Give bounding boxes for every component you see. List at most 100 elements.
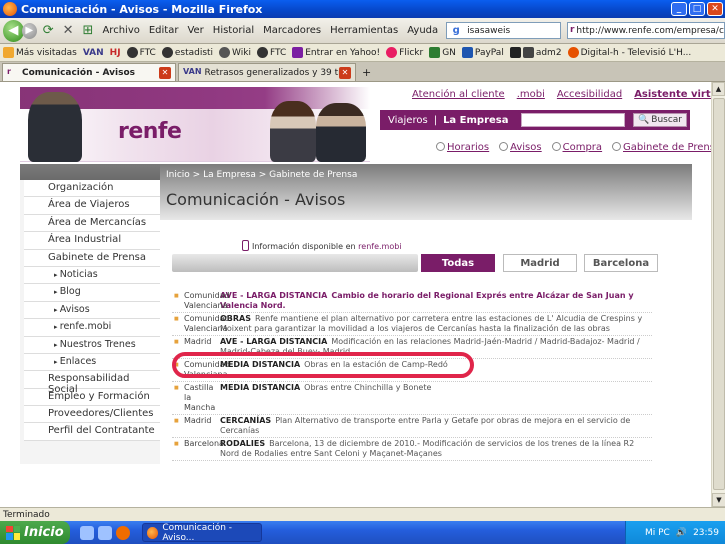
leftnav-item[interactable]: Responsabilidad Social	[24, 371, 160, 395]
maximize-button[interactable]: □	[689, 2, 705, 16]
new-tab-button[interactable]: +	[362, 63, 371, 81]
leftnav-item[interactable]: Blog	[24, 284, 160, 302]
scroll-thumb[interactable]	[713, 98, 725, 490]
volume-icon[interactable]: 🔊	[676, 528, 687, 538]
menu-ver[interactable]: Ver	[187, 25, 203, 36]
link-compra[interactable]: Compra	[551, 142, 602, 153]
leftnav-item[interactable]: Noticias	[24, 266, 160, 285]
url-input[interactable]: r http://www.renfe.com/empresa/comunic	[566, 22, 725, 39]
leftnav-item[interactable]: Enlaces	[24, 353, 160, 372]
link-renfe-mobi[interactable]: renfe.mobi	[358, 242, 401, 251]
notice-row[interactable]: Comunidad ValencianaAVE - LARGA DISTANCI…	[172, 290, 652, 313]
close-button[interactable]: ✕	[707, 2, 723, 16]
mobi-notice: Información disponible en renfe.mobi	[242, 240, 402, 251]
bookmark-item[interactable]: adm2	[509, 47, 562, 58]
site-search-input[interactable]	[521, 113, 626, 127]
breadcrumb[interactable]: Inicio > La Empresa > Gabinete de Prensa	[166, 170, 357, 180]
notice-row[interactable]: Comunidad ValencianaOBRASRenfe mantiene …	[172, 313, 652, 336]
quick-links: Horarios Avisos Compra Gabinete de Prens…	[436, 142, 711, 153]
bookmark-item[interactable]: HJ	[110, 48, 121, 58]
filter-madrid[interactable]: Madrid	[503, 254, 577, 272]
vertical-scrollbar[interactable]: ▲ ▼	[711, 82, 725, 507]
person-photo-2	[270, 101, 316, 162]
bookmark-item[interactable]: FTC	[256, 47, 286, 58]
renfe-favicon-icon: r	[569, 24, 575, 35]
forward-button[interactable]: ▶	[21, 22, 37, 39]
bookmark-item[interactable]: Wiki	[219, 47, 251, 58]
filter-barcelona[interactable]: Barcelona	[584, 254, 658, 272]
bookmark-item[interactable]: Digital-h - Televisió L'H...	[567, 47, 691, 58]
window-titlebar: Comunicación - Avisos - Mozilla Firefox …	[0, 0, 725, 18]
notice-row[interactable]: MadridCERCANÍASPlan Alternativo de trans…	[172, 415, 652, 438]
bookmark-icon	[292, 47, 304, 58]
site-search-button[interactable]: 🔍 Buscar	[633, 113, 687, 127]
leftnav-item[interactable]: Área Industrial	[24, 232, 160, 250]
menu-herramientas[interactable]: Herramientas	[330, 25, 398, 36]
header-banner: renfe	[20, 87, 370, 162]
leftnav-item[interactable]: Gabinete de Prensa	[24, 249, 160, 267]
bookmark-item[interactable]: Entrar en Yahoo!	[292, 47, 380, 58]
leftnav-item[interactable]: Área de Viajeros	[24, 197, 160, 215]
leftnav-item[interactable]: Avisos	[24, 301, 160, 320]
bookmark-item[interactable]: GN	[429, 47, 456, 58]
firefox-icon[interactable]	[116, 525, 130, 540]
leftnav-item[interactable]: Empleo y Formación	[24, 388, 160, 407]
notice-row[interactable]: Castilla la ManchaMEDIA DISTANCIAObras e…	[172, 382, 652, 415]
new-tab-icon[interactable]: ⊞	[80, 22, 97, 40]
window-title: Comunicación - Avisos - Mozilla Firefox	[21, 2, 263, 16]
leftnav-item[interactable]: renfe.mobi	[24, 319, 160, 337]
menu-marcadores[interactable]: Marcadores	[263, 25, 321, 36]
leftnav-item[interactable]: Proveedores/Clientes	[24, 406, 160, 424]
notice-region: Comunidad Valenciana	[172, 314, 230, 334]
bookmark-item[interactable]: VAN	[83, 48, 104, 58]
scroll-down-icon[interactable]: ▼	[712, 493, 725, 507]
reload-icon[interactable]: ⟳	[40, 22, 57, 40]
link-mobi[interactable]: .mobi	[517, 89, 545, 100]
leftnav-item[interactable]: Organización	[24, 180, 160, 198]
notice-message-link[interactable]: Obras entre Chinchilla y Bonete	[304, 383, 431, 392]
back-button[interactable]: ◀	[3, 19, 24, 42]
bookmark-item[interactable]: Más visitadas	[3, 47, 77, 58]
quick-launch-icon[interactable]	[80, 525, 94, 540]
bookmark-item[interactable]: PayPal	[461, 47, 504, 58]
link-atencion-cliente[interactable]: Atención al cliente	[412, 89, 505, 100]
stop-icon[interactable]: ✕	[60, 22, 77, 40]
link-gabinete-prensa[interactable]: Gabinete de Prensa	[612, 142, 711, 153]
close-tab-icon[interactable]: ✕	[339, 66, 351, 79]
renfe-logo[interactable]: renfe	[118, 119, 182, 144]
page-title: Comunicación - Avisos	[166, 190, 346, 209]
tab-comunicacion-avisos[interactable]: r Comunicación - Avisos ✕	[2, 63, 176, 81]
start-button[interactable]: Inicio	[0, 521, 70, 544]
scroll-up-icon[interactable]: ▲	[712, 82, 725, 96]
bookmark-item[interactable]: estadisti	[161, 47, 213, 58]
notice-row[interactable]: BarcelonaRODALIESBarcelona, 13 de diciem…	[172, 438, 652, 461]
link-asistente-virtual[interactable]: Asistente virtual	[634, 89, 711, 100]
link-viajeros[interactable]: Viajeros	[388, 115, 428, 126]
search-input[interactable]: g isasaweis	[446, 22, 561, 39]
leftnav-item[interactable]: Perfil del Contratante	[24, 423, 160, 441]
notice-message-link[interactable]: Barcelona, 13 de diciembre de 2010.- Mod…	[220, 439, 634, 458]
filter-todas[interactable]: Todas	[421, 254, 495, 272]
leftnav-item[interactable]: Nuestros Trenes	[24, 336, 160, 354]
link-avisos[interactable]: Avisos	[499, 142, 542, 153]
link-horarios[interactable]: Horarios	[436, 142, 489, 153]
link-accesibilidad[interactable]: Accesibilidad	[557, 89, 622, 100]
close-tab-icon[interactable]: ✕	[159, 66, 171, 79]
notice-message-link[interactable]: Plan Alternativo de transporte entre Par…	[220, 416, 630, 435]
navigation-toolbar: ◀ ▶ ⟳ ✕ ⊞ Archivo Editar Ver Historial M…	[0, 18, 725, 44]
leftnav-item[interactable]: Área de Mercancías	[24, 214, 160, 233]
bookmark-item[interactable]: Flickr	[386, 47, 423, 58]
tab-retrasos[interactable]: VAN Retrasos generalizados y 39 trenes c…	[178, 63, 356, 81]
menu-ayuda[interactable]: Ayuda	[407, 25, 438, 36]
minimize-button[interactable]: _	[671, 2, 687, 16]
taskbar-firefox-item[interactable]: Comunicación - Aviso...	[142, 523, 262, 543]
notice-message-link[interactable]: Renfe mantiene el plan alternativo por c…	[220, 314, 642, 333]
notice-region: Barcelona	[172, 439, 224, 459]
menu-editar[interactable]: Editar	[149, 25, 179, 36]
bookmark-item[interactable]: FTC	[126, 47, 156, 58]
menu-archivo[interactable]: Archivo	[102, 25, 139, 36]
cart-icon	[551, 142, 561, 151]
quick-launch-icon[interactable]	[98, 525, 112, 540]
link-la-empresa[interactable]: La Empresa	[443, 115, 508, 126]
menu-historial[interactable]: Historial	[213, 25, 254, 36]
